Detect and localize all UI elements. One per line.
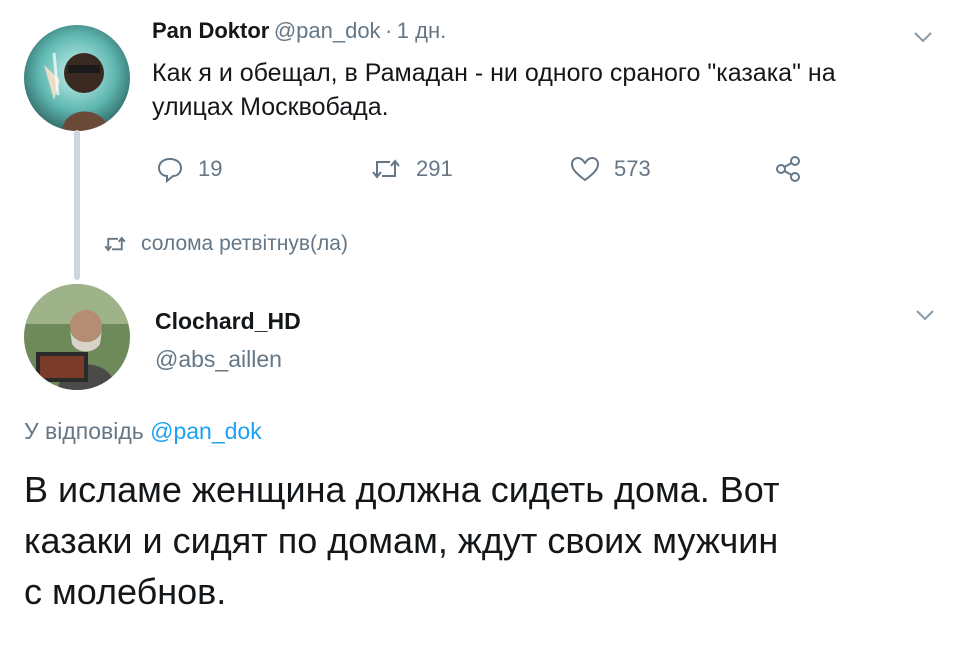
chevron-down-icon[interactable] xyxy=(914,308,936,322)
tweet1-header: Pan Doktor @pan_dok · 1 дн. xyxy=(152,18,446,44)
like-count: 573 xyxy=(614,156,651,181)
tweet2-text-line: казаки и сидят по домам, ждут своих мужч… xyxy=(24,520,779,561)
timestamp[interactable]: 1 дн. xyxy=(397,18,446,43)
tweet2-text-line: В исламе женщина должна сидеть дома. Вот xyxy=(24,469,780,510)
like-icon xyxy=(570,156,600,182)
separator: · xyxy=(385,18,393,43)
retweet-notice[interactable]: солома ретвітнув(ла) xyxy=(103,232,348,256)
thread-connector xyxy=(74,130,80,280)
retweet-icon xyxy=(372,159,400,179)
avatar-clochard[interactable] xyxy=(24,284,130,390)
tweet1-text-line: Как я и обещал, в Рамадан - ни одного ср… xyxy=(152,59,836,87)
reply-count: 19 xyxy=(198,156,223,181)
retweet-count: 291 xyxy=(416,156,453,181)
user-handle[interactable]: @abs_aillen xyxy=(155,346,282,373)
replying-prefix: У відповідь xyxy=(24,418,144,444)
reply-button[interactable]: 19 xyxy=(156,154,222,184)
display-name[interactable]: Pan Doktor xyxy=(152,18,269,43)
tweet1-text: Как я и обещал, в Рамадан - ни одного ср… xyxy=(152,56,932,124)
retweet-icon xyxy=(104,236,126,252)
avatar-pan-doktor[interactable] xyxy=(24,25,130,131)
retweet-button[interactable]: 291 xyxy=(370,154,453,184)
tweet2-text: В исламе женщина должна сидеть дома. Вот… xyxy=(24,464,944,617)
like-button[interactable]: 573 xyxy=(570,154,651,184)
tweet1-text-line: улицах Москвобада. xyxy=(152,93,389,121)
chevron-down-icon[interactable] xyxy=(912,30,934,44)
retweet-notice-text: солома ретвітнув(ла) xyxy=(141,232,348,255)
share-icon xyxy=(776,156,800,182)
user-handle[interactable]: @pan_dok xyxy=(274,18,381,43)
replying-mention[interactable]: @pan_dok xyxy=(150,418,262,444)
tweet2-text-line: с молебнов. xyxy=(24,571,227,612)
reply-icon xyxy=(157,157,183,183)
display-name[interactable]: Clochard_HD xyxy=(155,308,301,335)
replying-to: У відповідь @pan_dok xyxy=(24,418,262,445)
share-button[interactable] xyxy=(774,154,802,184)
